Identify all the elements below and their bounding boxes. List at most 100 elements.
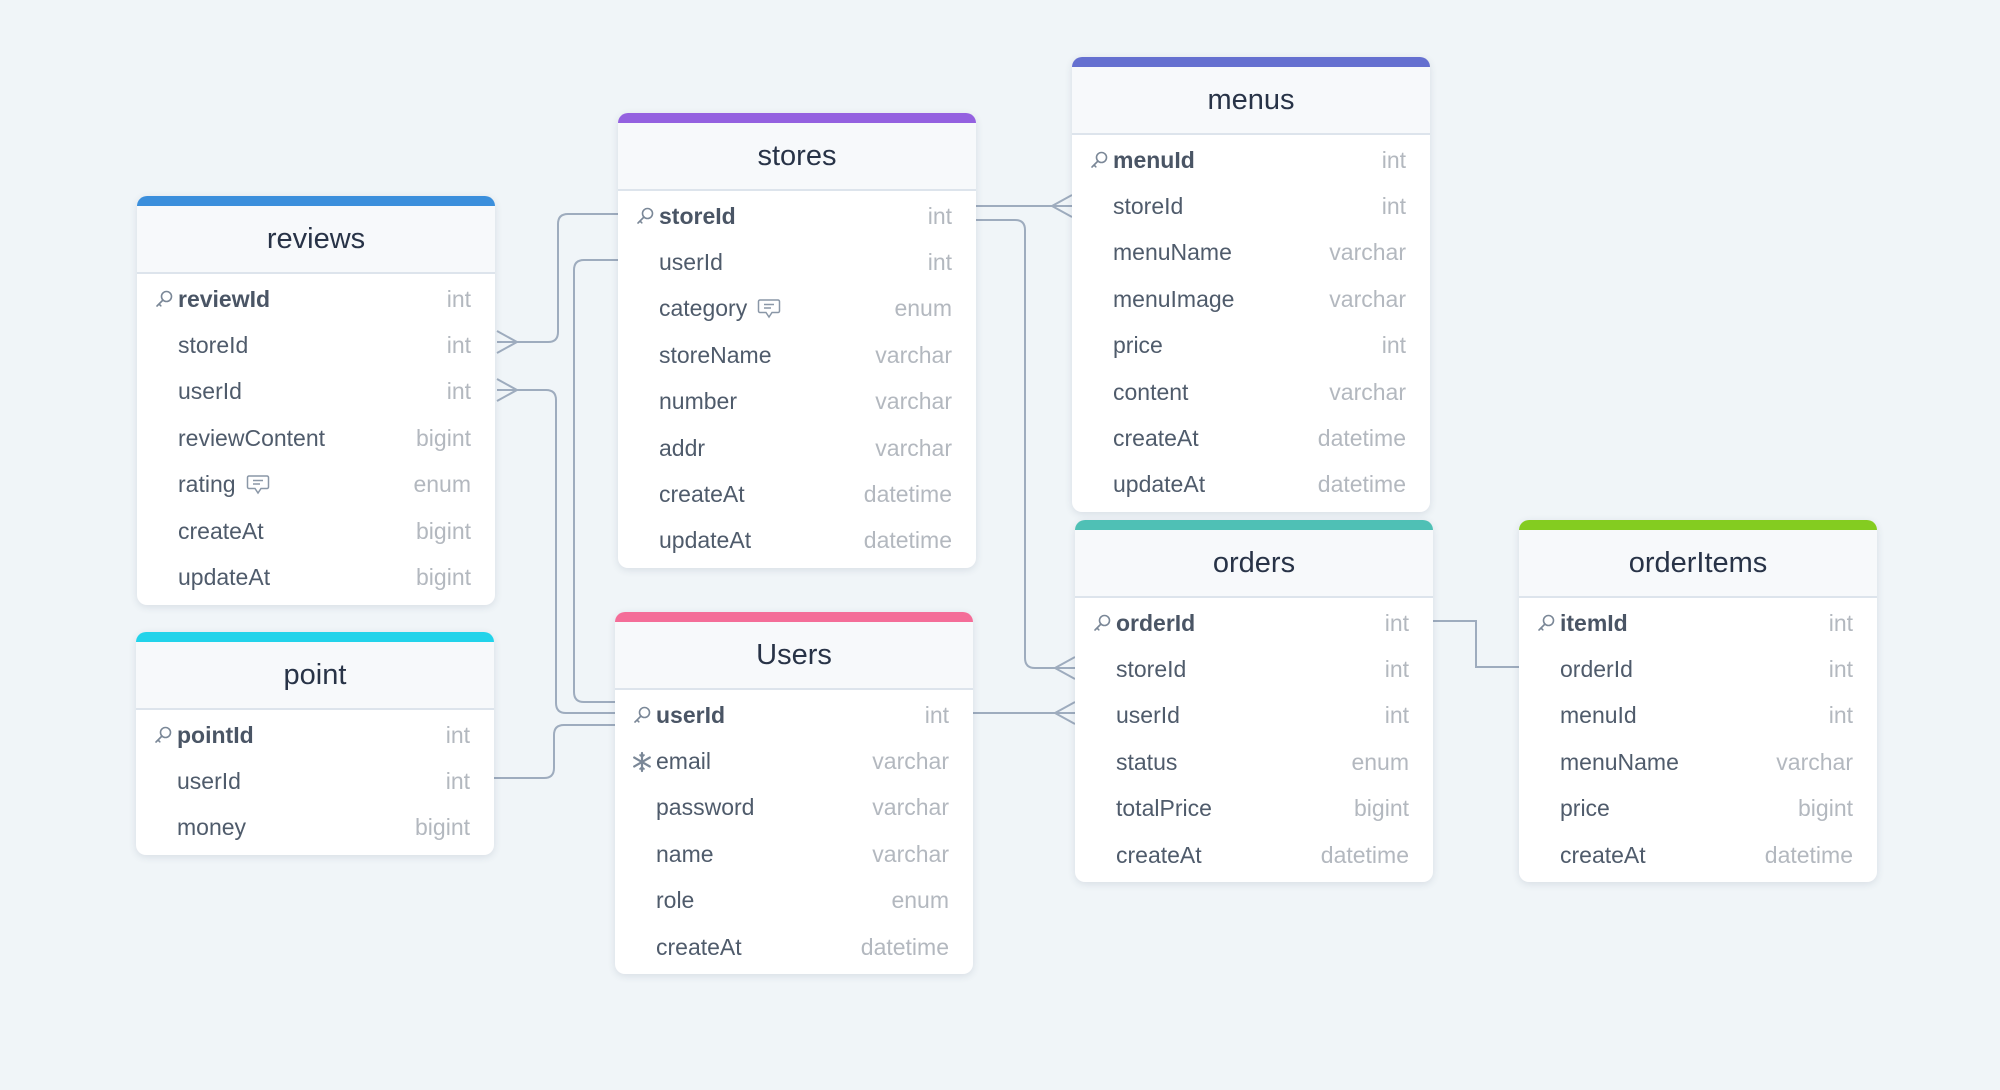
field-row-storename[interactable]: storeName varchar bbox=[618, 332, 976, 378]
field-type: datetime bbox=[863, 481, 952, 508]
table-header[interactable]: orders bbox=[1075, 530, 1433, 598]
field-row-menuid[interactable]: menuId int bbox=[1072, 137, 1430, 183]
field-row-createat[interactable]: createAt datetime bbox=[618, 471, 976, 517]
field-row-status[interactable]: status enum bbox=[1075, 739, 1433, 785]
field-row-content[interactable]: content varchar bbox=[1072, 369, 1430, 415]
comment-icon[interactable] bbox=[246, 474, 270, 496]
field-row-itemid[interactable]: itemId int bbox=[1519, 600, 1877, 646]
field-row-orderid[interactable]: orderId int bbox=[1519, 646, 1877, 692]
field-row-createat[interactable]: createAt datetime bbox=[615, 924, 973, 970]
field-type: int bbox=[1828, 702, 1853, 729]
field-row-rating[interactable]: rating enum bbox=[137, 462, 495, 508]
field-row-createat[interactable]: createAt datetime bbox=[1519, 832, 1877, 878]
table-menus[interactable]: menus menuId int storeId int menuName varchar m… bbox=[1072, 57, 1430, 513]
field-icon-spacer bbox=[1086, 333, 1111, 358]
table-header[interactable]: Users bbox=[615, 622, 973, 690]
field-row-number[interactable]: number varchar bbox=[618, 379, 976, 425]
relation-orders-orderitems[interactable] bbox=[1433, 620, 1519, 668]
field-type: int bbox=[927, 202, 952, 229]
field-name: price bbox=[1560, 795, 1610, 822]
field-row-storeid[interactable]: storeId int bbox=[618, 193, 976, 239]
field-row-totalprice[interactable]: totalPrice bigint bbox=[1075, 786, 1433, 832]
table-users[interactable]: Users userId int email varchar password varcha… bbox=[615, 612, 973, 975]
relation-users-reviews[interactable] bbox=[497, 389, 615, 714]
field-name: pointId bbox=[177, 721, 254, 748]
field-type: int bbox=[1384, 702, 1409, 729]
comment-icon[interactable] bbox=[757, 298, 781, 320]
diagram-canvas[interactable]: reviews reviewId int storeId int userId int rev… bbox=[0, 0, 2000, 1090]
table-header[interactable]: reviews bbox=[137, 206, 495, 274]
relation-users-point[interactable] bbox=[494, 724, 615, 779]
field-name: totalPrice bbox=[1116, 795, 1212, 822]
crows-foot-reviews-storeid[interactable] bbox=[496, 330, 518, 354]
table-reviews[interactable]: reviews reviewId int storeId int userId int rev… bbox=[137, 196, 495, 605]
relation-stores-orders[interactable] bbox=[975, 219, 1055, 669]
field-icon-spacer bbox=[1533, 843, 1558, 868]
field-name: money bbox=[177, 814, 247, 841]
field-row-reviewid[interactable]: reviewId int bbox=[137, 276, 495, 322]
field-row-userid[interactable]: userId int bbox=[615, 692, 973, 738]
field-type: int bbox=[445, 768, 470, 795]
field-row-category[interactable]: category enum bbox=[618, 286, 976, 332]
field-list: itemId int orderId int menuId int menuName varc… bbox=[1519, 598, 1877, 882]
crows-foot-orders-storeid[interactable] bbox=[1054, 656, 1076, 680]
field-type: varchar bbox=[1329, 239, 1406, 266]
table-orders[interactable]: orders orderId int storeId int userId int statu… bbox=[1075, 520, 1433, 883]
field-name: number bbox=[659, 388, 737, 415]
field-row-storeid[interactable]: storeId int bbox=[1075, 646, 1433, 692]
field-type: int bbox=[1828, 656, 1853, 683]
field-row-name[interactable]: name varchar bbox=[615, 831, 973, 877]
field-name: status bbox=[1116, 748, 1178, 775]
field-row-menuimage[interactable]: menuImage varchar bbox=[1072, 276, 1430, 322]
field-row-role[interactable]: role enum bbox=[615, 878, 973, 924]
table-header[interactable]: stores bbox=[618, 123, 976, 191]
field-name: menuId bbox=[1113, 146, 1195, 173]
crows-foot-orders-userid[interactable] bbox=[1054, 701, 1076, 725]
field-row-updateat[interactable]: updateAt bigint bbox=[137, 554, 495, 600]
field-row-menuid[interactable]: menuId int bbox=[1519, 693, 1877, 739]
field-icon-spacer bbox=[151, 426, 176, 451]
field-row-email[interactable]: email varchar bbox=[615, 738, 973, 784]
field-row-createat[interactable]: createAt datetime bbox=[1075, 832, 1433, 878]
field-row-reviewcontent[interactable]: reviewContent bigint bbox=[137, 415, 495, 461]
table-header[interactable]: menus bbox=[1072, 67, 1430, 135]
field-row-menuname[interactable]: menuName varchar bbox=[1519, 739, 1877, 785]
table-point[interactable]: point pointId int userId int money bigint bbox=[136, 632, 494, 856]
field-row-price[interactable]: price int bbox=[1072, 323, 1430, 369]
field-type: datetime bbox=[860, 933, 949, 960]
field-name: createAt bbox=[656, 933, 742, 960]
field-row-createat[interactable]: createAt bigint bbox=[137, 508, 495, 554]
field-row-createat[interactable]: createAt datetime bbox=[1072, 415, 1430, 461]
field-row-password[interactable]: password varchar bbox=[615, 785, 973, 831]
relation-stores-reviews[interactable] bbox=[497, 213, 618, 343]
table-color-bar bbox=[136, 632, 494, 642]
field-row-userid[interactable]: userId int bbox=[1075, 693, 1433, 739]
field-row-orderid[interactable]: orderId int bbox=[1075, 600, 1433, 646]
field-row-storeid[interactable]: storeId int bbox=[137, 322, 495, 368]
field-row-money[interactable]: money bigint bbox=[136, 805, 494, 851]
field-row-addr[interactable]: addr varchar bbox=[618, 425, 976, 471]
field-type: varchar bbox=[875, 434, 952, 461]
field-row-userid[interactable]: userId int bbox=[618, 239, 976, 285]
field-row-userid[interactable]: userId int bbox=[137, 369, 495, 415]
table-header[interactable]: orderItems bbox=[1519, 530, 1877, 598]
field-row-menuname[interactable]: menuName varchar bbox=[1072, 230, 1430, 276]
field-row-storeid[interactable]: storeId int bbox=[1072, 183, 1430, 229]
field-row-updateat[interactable]: updateAt datetime bbox=[618, 518, 976, 564]
field-name: content bbox=[1113, 378, 1189, 405]
field-icon-spacer bbox=[632, 343, 657, 368]
field-name: createAt bbox=[178, 517, 264, 544]
table-header[interactable]: point bbox=[136, 642, 494, 710]
field-row-pointid[interactable]: pointId int bbox=[136, 712, 494, 758]
table-orderitems[interactable]: orderItems itemId int orderId int menuId int me… bbox=[1519, 520, 1877, 883]
key-icon bbox=[1533, 611, 1558, 636]
field-row-updateat[interactable]: updateAt datetime bbox=[1072, 462, 1430, 508]
field-icon-spacer bbox=[1089, 796, 1114, 821]
key-icon bbox=[150, 723, 175, 748]
table-stores[interactable]: stores storeId int userId int category enum sto… bbox=[618, 113, 976, 569]
crows-foot-reviews-userid[interactable] bbox=[496, 378, 518, 402]
relation-users-stores[interactable] bbox=[573, 259, 618, 703]
field-row-price[interactable]: price bigint bbox=[1519, 786, 1877, 832]
field-row-userid[interactable]: userId int bbox=[136, 758, 494, 804]
crows-foot-menus-storeid[interactable] bbox=[1051, 194, 1073, 218]
